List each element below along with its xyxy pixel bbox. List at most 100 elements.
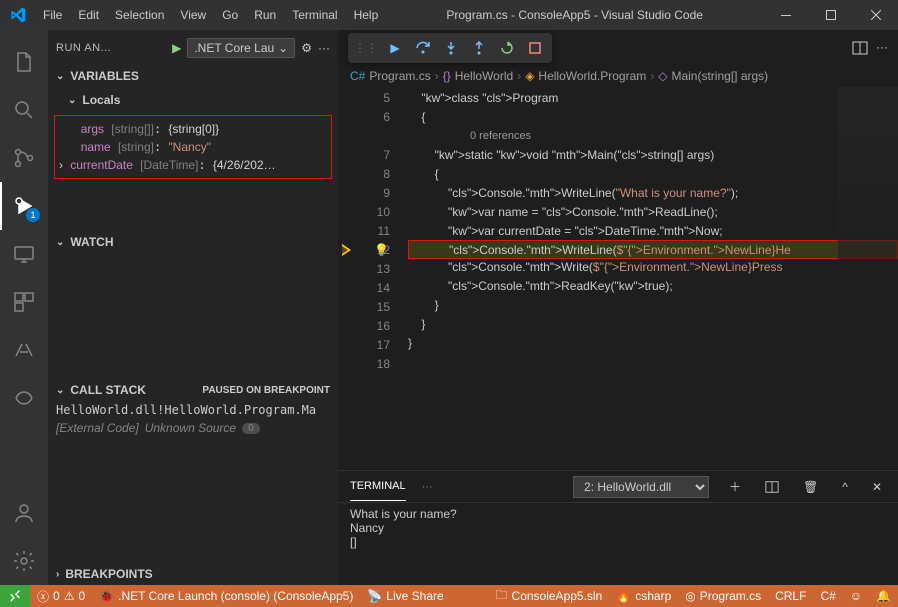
debug-config-dropdown[interactable]: .NET Core Lau ⌄ bbox=[187, 38, 295, 58]
langmode-indicator[interactable]: C# bbox=[813, 585, 842, 607]
terminal-line: What is your name? bbox=[350, 507, 886, 521]
step-over-button[interactable] bbox=[410, 37, 436, 59]
run-debug-icon[interactable]: 1 bbox=[0, 182, 48, 230]
stackframe-row[interactable]: HelloWorld.dll!HelloWorld.Program.Ma bbox=[48, 401, 338, 419]
error-icon: ⓧ bbox=[37, 588, 49, 605]
eol-indicator[interactable]: CRLF bbox=[768, 585, 813, 607]
chevron-right-icon: › bbox=[56, 569, 59, 580]
variable-row[interactable]: › currentDate [DateTime]: {4/26/202… bbox=[55, 156, 331, 174]
debug-start-icon[interactable]: ▶ bbox=[172, 41, 181, 55]
terminal-line: Nancy bbox=[350, 521, 886, 535]
minimize-button[interactable] bbox=[763, 0, 808, 30]
menu-file[interactable]: File bbox=[35, 8, 70, 22]
breadcrumb-class[interactable]: HelloWorld.Program bbox=[538, 69, 646, 83]
liveshare-icon[interactable] bbox=[0, 374, 48, 422]
continue-button[interactable]: ▶ bbox=[382, 37, 408, 59]
debug-status[interactable]: 🐞.NET Core Launch (console) (ConsoleApp5… bbox=[92, 585, 360, 607]
target-icon: ◎ bbox=[685, 589, 695, 603]
breadcrumb-method[interactable]: Main(string[] args) bbox=[671, 69, 768, 83]
accounts-icon[interactable] bbox=[0, 489, 48, 537]
breakpoints-label: BREAKPOINTS bbox=[65, 567, 152, 581]
split-terminal-icon[interactable] bbox=[761, 480, 783, 494]
explorer-icon[interactable] bbox=[0, 38, 48, 86]
vscode-logo-icon bbox=[0, 7, 35, 23]
namespace-icon: {} bbox=[443, 69, 451, 83]
more-actions-icon[interactable]: ··· bbox=[876, 40, 888, 56]
breadcrumbs[interactable]: C# Program.cs › {} HelloWorld › ◈ HelloW… bbox=[338, 65, 898, 87]
variable-row[interactable]: args [string[]]: {string[0]} bbox=[55, 120, 331, 138]
terminal-tab[interactable]: TERMINAL bbox=[350, 472, 406, 501]
callstack-section-header[interactable]: ⌄ CALL STACK PAUSED ON BREAKPOINT bbox=[48, 379, 338, 401]
settings-gear-icon[interactable] bbox=[0, 537, 48, 585]
lang-indicator[interactable]: 🔥csharp bbox=[609, 585, 678, 607]
restart-button[interactable] bbox=[494, 37, 520, 59]
kill-terminal-icon[interactable]: 🗑 bbox=[799, 480, 822, 494]
close-button[interactable] bbox=[853, 0, 898, 30]
bottom-panel: TERMINAL ··· 2: HelloWorld.dll ＋ 🗑 ^ ✕ W… bbox=[338, 470, 898, 585]
line-gutter: 56789101112131415161718 bbox=[338, 87, 408, 470]
close-panel-icon[interactable]: ✕ bbox=[868, 480, 886, 494]
chevron-down-icon: ⌄ bbox=[278, 41, 288, 55]
gear-icon[interactable]: ⚙ bbox=[301, 41, 312, 55]
step-into-button[interactable] bbox=[438, 37, 464, 59]
stackframe-external[interactable]: [External Code] Unknown Source 0 bbox=[48, 419, 338, 437]
debug-badge: 1 bbox=[26, 208, 40, 222]
chevron-down-icon: ⌄ bbox=[56, 71, 64, 82]
breakpoints-section-header[interactable]: › BREAKPOINTS bbox=[48, 563, 338, 585]
folder-icon: 🗀 bbox=[496, 586, 508, 607]
notifications-icon[interactable]: 🔔 bbox=[869, 585, 898, 607]
terminal-cursor: [] bbox=[350, 535, 886, 549]
remote-indicator[interactable] bbox=[0, 585, 30, 607]
debug-sidebar: RUN AN... ▶ .NET Core Lau ⌄ ⚙ ··· ⌄VARIA… bbox=[48, 30, 338, 585]
sidebar-title: RUN AN... bbox=[56, 42, 166, 54]
menu-selection[interactable]: Selection bbox=[107, 8, 172, 22]
step-out-button[interactable] bbox=[466, 37, 492, 59]
remote-explorer-icon[interactable] bbox=[0, 230, 48, 278]
menu-go[interactable]: Go bbox=[214, 8, 246, 22]
drag-handle-icon[interactable]: ⋮⋮ bbox=[352, 41, 380, 55]
debug-icon: 🐞 bbox=[99, 589, 114, 603]
method-icon: ◇ bbox=[658, 69, 667, 83]
editor-body[interactable]: 56789101112131415161718 "kw">class "cls"… bbox=[338, 87, 898, 470]
problems-indicator[interactable]: ⓧ0⚠0 bbox=[30, 585, 92, 607]
split-editor-icon[interactable] bbox=[852, 40, 868, 56]
breadcrumb-file[interactable]: Program.cs bbox=[369, 69, 430, 83]
variables-section-header[interactable]: ⌄VARIABLES bbox=[48, 65, 338, 87]
more-tabs[interactable]: ··· bbox=[422, 473, 433, 501]
locals-header[interactable]: ⌄Locals bbox=[68, 89, 338, 111]
class-icon: ◈ bbox=[525, 69, 534, 83]
menu-view[interactable]: View bbox=[172, 8, 214, 22]
csharp-file-icon: C# bbox=[350, 69, 365, 83]
feedback-icon[interactable]: ☺ bbox=[843, 585, 869, 607]
extensions-icon[interactable] bbox=[0, 278, 48, 326]
watch-section-header[interactable]: ⌄WATCH bbox=[48, 231, 338, 253]
sql-icon[interactable] bbox=[0, 326, 48, 374]
file-indicator[interactable]: ◎Program.cs bbox=[678, 585, 768, 607]
stop-button[interactable] bbox=[522, 37, 548, 59]
titlebar: File Edit Selection View Go Run Terminal… bbox=[0, 0, 898, 30]
menu-help[interactable]: Help bbox=[346, 8, 387, 22]
solution-indicator[interactable]: 🗀ConsoleApp5.sln bbox=[489, 585, 610, 607]
code-content[interactable]: "kw">class "cls">Program {0 references "… bbox=[408, 87, 898, 470]
external-code-label: [External Code] bbox=[56, 421, 139, 435]
search-icon[interactable] bbox=[0, 86, 48, 134]
menu-terminal[interactable]: Terminal bbox=[284, 8, 345, 22]
terminal-select[interactable]: 2: HelloWorld.dll bbox=[573, 476, 709, 498]
terminal-output[interactable]: What is your name? Nancy [] bbox=[338, 503, 898, 585]
callstack-status: PAUSED ON BREAKPOINT bbox=[202, 385, 330, 396]
menu-run[interactable]: Run bbox=[246, 8, 284, 22]
editor-area: ⋮⋮ ▶ ··· C# Program.cs › {} HelloWorld ›… bbox=[338, 30, 898, 585]
more-icon[interactable]: ··· bbox=[318, 41, 330, 55]
maximize-panel-icon[interactable]: ^ bbox=[838, 480, 852, 494]
menu-edit[interactable]: Edit bbox=[70, 8, 107, 22]
warning-icon: ⚠ bbox=[64, 589, 75, 603]
new-terminal-icon[interactable]: ＋ bbox=[725, 478, 745, 495]
minimap[interactable] bbox=[838, 87, 898, 267]
breadcrumb-namespace[interactable]: HelloWorld bbox=[455, 69, 513, 83]
menubar: File Edit Selection View Go Run Terminal… bbox=[35, 8, 386, 22]
variable-row[interactable]: name [string]: "Nancy" bbox=[55, 138, 331, 156]
liveshare-status[interactable]: 📡Live Share bbox=[360, 585, 450, 607]
source-control-icon[interactable] bbox=[0, 134, 48, 182]
debug-toolbar[interactable]: ⋮⋮ ▶ bbox=[348, 33, 552, 63]
maximize-button[interactable] bbox=[808, 0, 853, 30]
